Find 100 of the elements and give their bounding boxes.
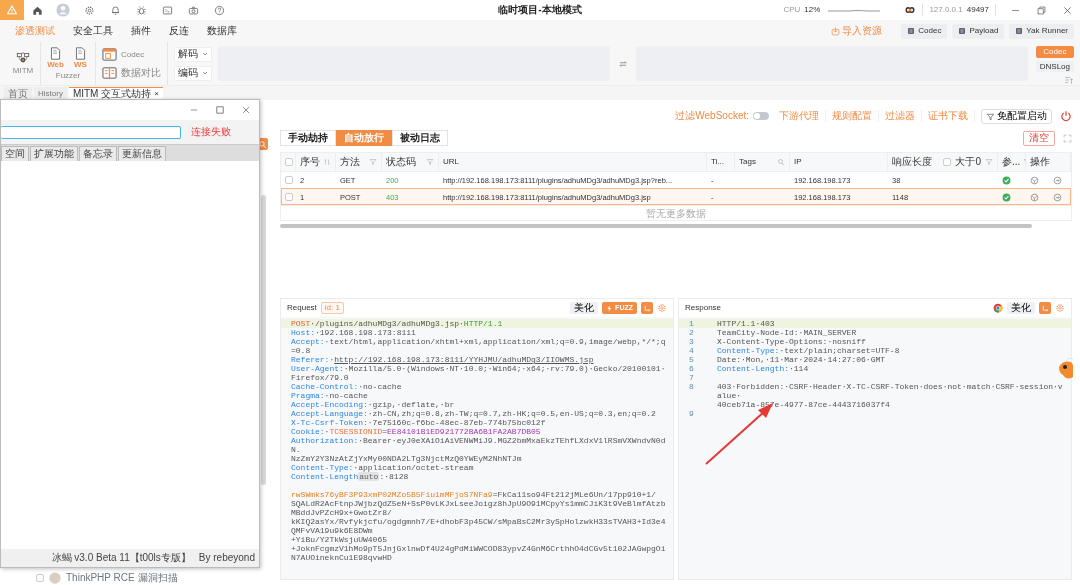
code-line: X-Tc-Csrf-Token:·7e75160c-f6bc-48ec-87eb-774b75bc012f (291, 418, 547, 427)
app-logo-icon (904, 4, 917, 16)
expand-icon[interactable] (1063, 133, 1072, 143)
sort-icon[interactable] (1064, 75, 1074, 86)
code-line: kKIQ2asYx/Rvfykjcfu/ogdgmnh7/E+dhobF3p45CW/sMpaBsC2Mr3ySpHolzwkH33sTVAH3+Id3e4QMFvVA19u9k6E8DWm (291, 517, 667, 535)
tool-button[interactable]: Payload (952, 23, 1005, 39)
tool-button[interactable]: Codec (901, 23, 948, 39)
cpu-value: 12% (804, 5, 821, 15)
code-line: NzZmY2Y3NzAtZjYxMy00NDA2LTg3NjctMzQ0YWEyM2NhNTJm (291, 454, 523, 463)
code-line: +JoknFcgmzV1hMo9pT5JnjGxlnwDf4U24gPdMiWWCOD83ypvZ4GnM6CrthhO4dCGv5t102JAGwpgOiN7AUOineknCu1E98qvwHD (291, 544, 667, 562)
window-tab[interactable]: 更新信息 (118, 146, 166, 161)
code-line: Cookie:·TCSESSIONID=EE84101B1ED921772BA6B1FA2AB7DB05 (291, 427, 542, 436)
power-icon[interactable] (1060, 110, 1072, 122)
beautify-button[interactable]: 美化 (570, 302, 599, 314)
column-header: 参... (1002, 156, 1021, 168)
wrap-button[interactable] (1039, 302, 1051, 314)
filter-icon (986, 111, 995, 121)
close-button[interactable] (1061, 4, 1073, 16)
filter-icon[interactable] (369, 158, 377, 166)
arrow-circle-icon[interactable] (1053, 175, 1062, 185)
compare-icon (102, 65, 117, 80)
checkbox[interactable] (285, 176, 293, 184)
tool-icon (1015, 27, 1024, 35)
column-header: 方法 (340, 156, 360, 168)
sort-icon[interactable] (323, 158, 331, 166)
code-line: Accept-Encoding:·gzip,·deflate,·br (291, 400, 456, 409)
terminal-icon[interactable] (161, 4, 173, 16)
column-header: 状态码 (386, 156, 416, 168)
notification-icon[interactable] (109, 4, 121, 16)
code-line: TeamCity-Node-Id:·MAIN_SERVER (717, 328, 857, 337)
id-badge: id: 1 (320, 302, 344, 314)
window-tab[interactable]: 空间 (1, 146, 29, 161)
help-icon[interactable] (213, 4, 225, 16)
bug-icon[interactable] (135, 4, 147, 16)
dropdown[interactable]: 编码 (174, 65, 212, 81)
wrap-button[interactable] (641, 302, 653, 314)
arrow-circle-icon[interactable] (1053, 192, 1062, 202)
warning-button[interactable] (0, 0, 24, 20)
maximize-button[interactable] (215, 105, 225, 115)
code-line: Date:·Mon,·11·Mar·2024·14:27:06·GMT (717, 355, 886, 364)
codec-icon (102, 47, 117, 62)
menu-tab[interactable]: 数据库 (198, 25, 246, 37)
column-header: IP (794, 157, 802, 167)
menu-tab[interactable]: 反连 (160, 25, 198, 37)
settings-icon[interactable] (657, 303, 667, 313)
cpu-label: CPU (783, 5, 801, 15)
port-number: 49497 (966, 5, 989, 15)
code-line: Pragma:·no-cache (291, 391, 369, 400)
column-header: Tags (739, 157, 756, 167)
side-tab[interactable]: DNSLog (1035, 60, 1074, 73)
line-number: 5 (689, 355, 695, 364)
checkbox[interactable] (943, 158, 952, 166)
avatar-icon[interactable] (56, 3, 70, 17)
swap-icon[interactable] (617, 58, 628, 69)
wrap-icon (1040, 303, 1050, 313)
globe-icon[interactable] (1030, 192, 1039, 202)
panel-title: Response (685, 303, 722, 313)
column-header: Ti... (711, 157, 725, 167)
search-icon[interactable] (777, 158, 785, 166)
window-tab[interactable]: 备忘录 (79, 146, 117, 161)
filter-label: 过滤WebSocket: (675, 110, 749, 122)
mitm-button[interactable]: MITM (12, 51, 34, 76)
settings-icon[interactable] (1055, 303, 1065, 313)
dropdown[interactable]: 解码 (174, 46, 212, 62)
line-number: 4 (689, 346, 695, 355)
browser-icon[interactable] (993, 303, 1003, 313)
filter-icon[interactable] (426, 158, 434, 166)
close-button[interactable] (241, 105, 251, 115)
mode-tab[interactable]: 被动日志 (392, 130, 448, 146)
column-header: 操作 (1030, 156, 1050, 168)
clear-button[interactable]: 清空 (1023, 130, 1055, 146)
tool-button[interactable]: Codec (102, 45, 145, 64)
code-line: Content-Length auto:·8128 (291, 472, 410, 481)
restore-button[interactable] (1035, 4, 1047, 16)
settings-icon[interactable] (83, 4, 95, 16)
lightning-icon (606, 304, 614, 312)
start-button[interactable]: 免配置启动 (981, 108, 1052, 124)
beautify-button[interactable]: 美化 (1007, 302, 1035, 314)
window-tab[interactable]: 扩展功能 (30, 146, 78, 161)
checkbox[interactable] (285, 158, 293, 166)
tool-button[interactable]: Yak Runner (1009, 23, 1074, 39)
plugin-name: ThinkPHP RCE 漏洞扫描 (66, 571, 178, 584)
line-number: 9 (689, 409, 695, 418)
menu-tab[interactable]: 安全工具 (64, 25, 122, 37)
cpu-sparkline (828, 7, 881, 13)
filter-icon[interactable] (985, 158, 993, 166)
wrap-icon (642, 303, 652, 313)
home-icon[interactable] (31, 4, 43, 16)
tool-icon (907, 27, 916, 35)
line-number: 6 (689, 364, 695, 373)
toggle-switch[interactable] (753, 112, 769, 120)
checkbox[interactable] (36, 573, 44, 582)
menu-tab[interactable]: 插件 (122, 25, 160, 37)
window-title: 临时项目-本地模式 (498, 4, 582, 16)
url-input-field[interactable] (1, 125, 181, 139)
camera-icon[interactable] (187, 4, 199, 16)
checkbox[interactable] (285, 193, 293, 201)
mode-tab[interactable]: 手动劫持 (280, 130, 336, 146)
globe-icon[interactable] (1030, 175, 1039, 185)
tool-button[interactable]: 数据对比 (102, 63, 161, 82)
